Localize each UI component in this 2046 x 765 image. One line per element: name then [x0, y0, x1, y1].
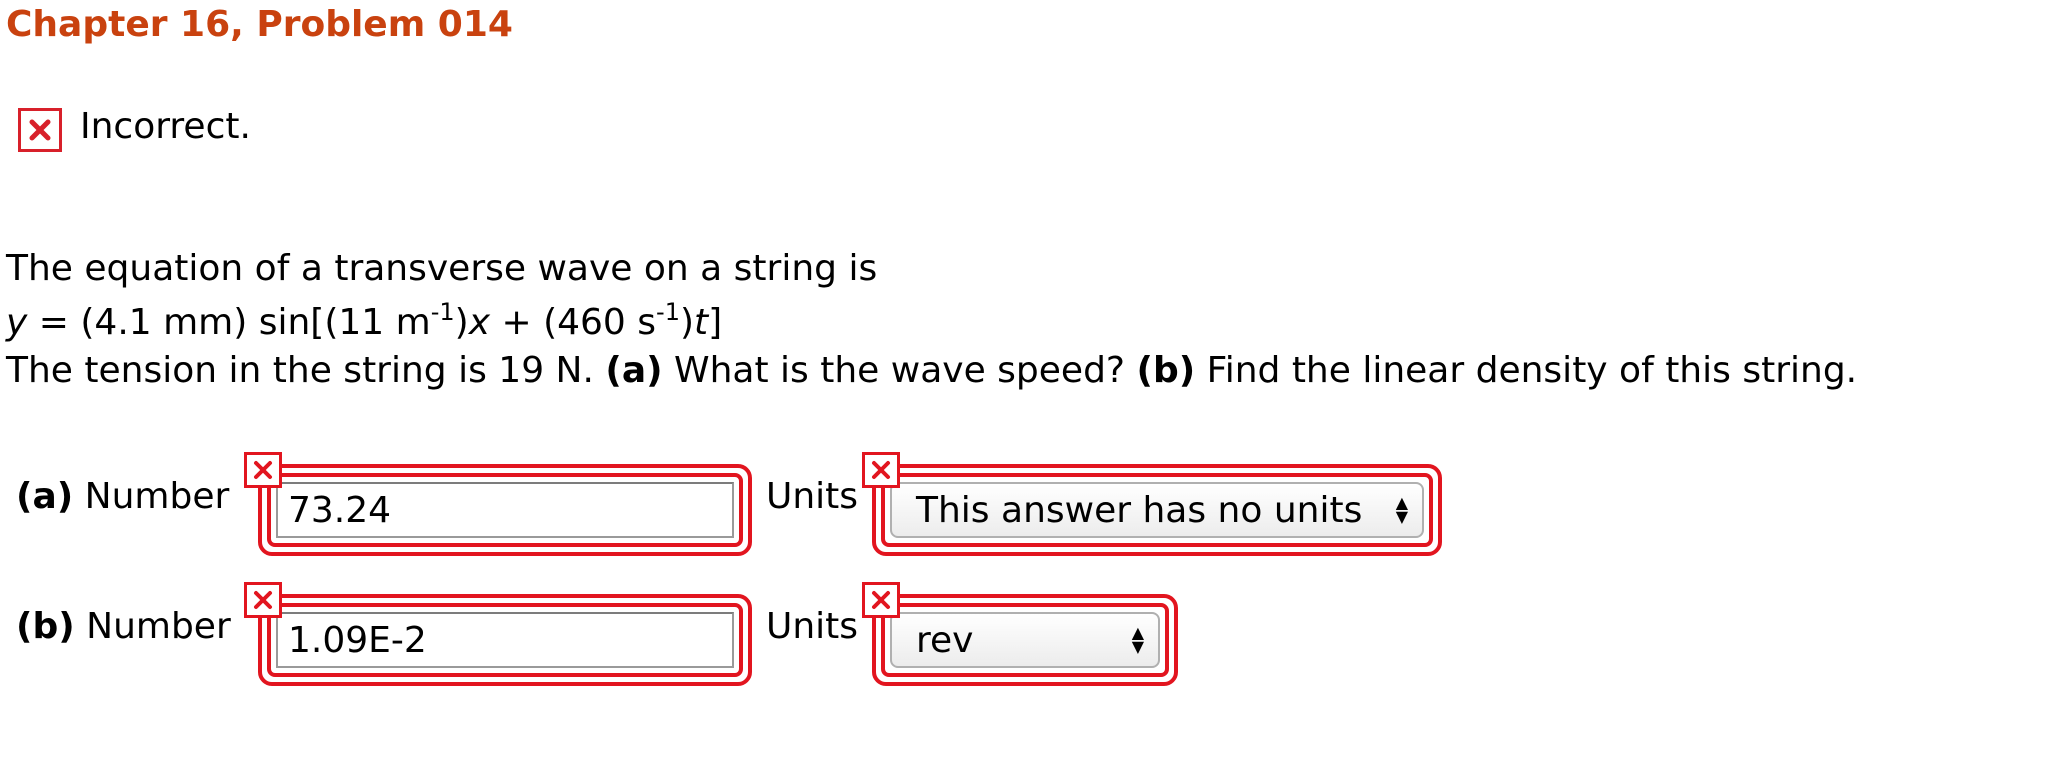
answer-part-label: (a) — [16, 476, 74, 517]
answer-a-number-input[interactable] — [276, 482, 734, 538]
number-label: Number — [84, 476, 230, 517]
equation-exponent-1: -1 — [430, 298, 455, 326]
error-x-icon — [244, 582, 282, 618]
answer-a-number-field-inner — [267, 473, 743, 547]
answer-b-number-field-inner — [267, 603, 743, 677]
equation-part-1: = (4.1 mm) sin[(11 m — [27, 302, 431, 343]
problem-statement-line-3: The tension in the string is 19 N. (a) W… — [6, 350, 1857, 391]
part-b-question: Find the linear density of this string. — [1195, 350, 1858, 391]
answer-row-b-label: (b) Number — [16, 606, 231, 647]
part-a-question: What is the wave speed? — [662, 350, 1137, 391]
answer-row-a-label: (a) Number — [16, 476, 229, 517]
answer-a-number-field — [258, 464, 752, 556]
answer-b-number-field — [258, 594, 752, 686]
number-label: Number — [86, 606, 231, 647]
part-b-label: (b) — [1136, 350, 1196, 391]
wave-equation: y = (4.1 mm) sin[(11 m-1)x + (460 s-1)t] — [6, 300, 723, 343]
equation-part-2: + (460 s — [490, 302, 657, 343]
error-x-icon — [244, 452, 282, 488]
answer-a-units-select[interactable]: This answer has no units ▲ ▼ — [890, 482, 1424, 538]
answer-a-units-selected: This answer has no units — [916, 489, 1363, 531]
error-x-icon — [862, 452, 900, 488]
answer-b-units-field: rev ▲ ▼ — [872, 594, 1178, 686]
equation-paren-1: ) — [454, 302, 469, 343]
equation-end: ] — [708, 302, 723, 343]
select-arrows-icon: ▲ ▼ — [1131, 623, 1144, 656]
units-label: Units — [766, 476, 859, 517]
error-x-icon — [862, 582, 900, 618]
part-a-label: (a) — [605, 350, 663, 391]
status-message: Incorrect. — [80, 106, 251, 147]
equation-variable-x: x — [468, 302, 491, 343]
answer-a-units-field: This answer has no units ▲ ▼ — [872, 464, 1442, 556]
problem-statement-line-1: The equation of a transverse wave on a s… — [6, 248, 878, 289]
answer-b-units-select[interactable]: rev ▲ ▼ — [890, 612, 1160, 668]
answer-b-number-input[interactable] — [276, 612, 734, 668]
select-arrows-icon: ▲ ▼ — [1395, 493, 1408, 526]
answer-b-units-field-inner: rev ▲ ▼ — [881, 603, 1169, 677]
answer-part-label: (b) — [16, 606, 75, 647]
equation-variable-y: y — [6, 302, 28, 343]
incorrect-x-icon — [18, 108, 62, 152]
units-label: Units — [766, 606, 859, 647]
equation-exponent-2: -1 — [656, 298, 680, 326]
answer-a-units-field-inner: This answer has no units ▲ ▼ — [881, 473, 1433, 547]
equation-variable-t: t — [694, 302, 709, 343]
tension-text: The tension in the string is 19 N. — [6, 350, 606, 391]
page-title: Chapter 16, Problem 014 — [6, 4, 513, 45]
answer-b-units-selected: rev — [916, 619, 974, 661]
equation-paren-2: ) — [679, 302, 695, 343]
